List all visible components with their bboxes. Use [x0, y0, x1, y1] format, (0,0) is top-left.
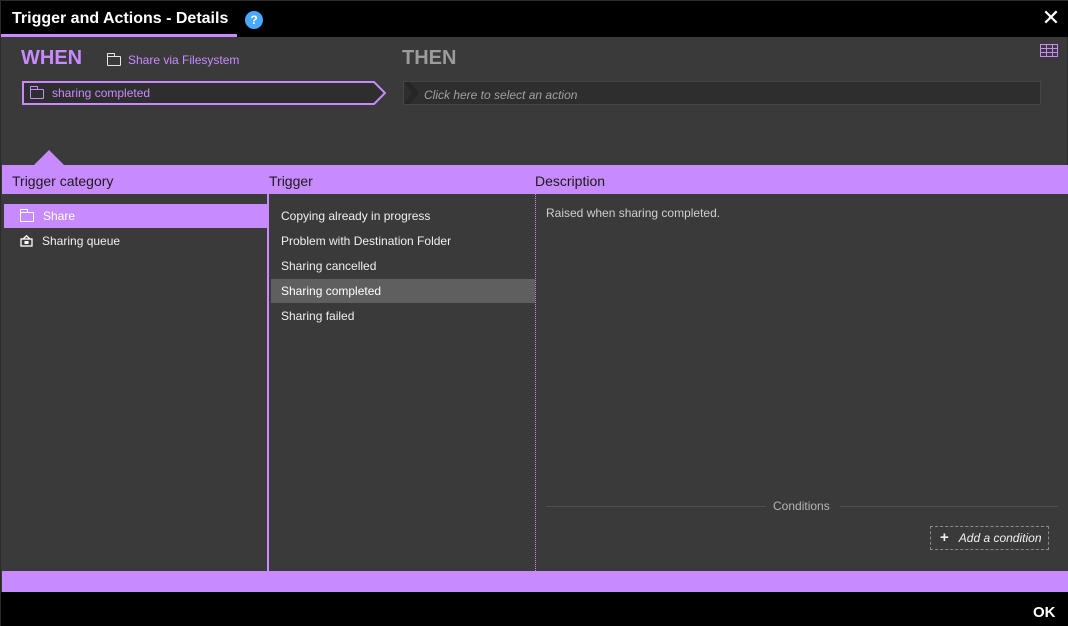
divider — [840, 506, 1058, 507]
folder-icon — [19, 209, 34, 222]
title-bar: Trigger and Actions - Details ? ✕ — [1, 1, 1068, 37]
when-pointer — [34, 150, 64, 165]
action-placeholder: Click here to select an action — [424, 88, 578, 102]
category-label: Sharing queue — [42, 234, 121, 248]
trigger-category-list: Share Sharing queue — [2, 194, 268, 571]
divider — [546, 506, 766, 507]
trigger-category-header: Trigger category — [12, 173, 114, 189]
action-selector[interactable]: Click here to select an action — [403, 81, 1041, 105]
description-text: Raised when sharing completed. — [546, 206, 721, 220]
add-condition-button[interactable]: + Add a condition — [930, 526, 1049, 550]
sharing-queue-icon — [20, 235, 33, 247]
trigger-item[interactable]: Sharing failed — [271, 304, 535, 328]
trigger-source-label: Share via Filesystem — [128, 53, 240, 67]
trigger-item-selected[interactable]: Sharing completed — [271, 279, 535, 303]
trigger-header: Trigger — [269, 173, 313, 189]
selected-trigger-label: sharing completed — [52, 86, 151, 100]
add-condition-label: Add a condition — [958, 531, 1042, 545]
description-panel: Raised when sharing completed. Condition… — [536, 194, 1068, 571]
trigger-item[interactable]: Copying already in progress — [271, 204, 535, 228]
category-item-sharing-queue[interactable]: Sharing queue — [4, 229, 268, 253]
dialog-title: Trigger and Actions - Details — [12, 10, 229, 27]
trigger-list: Copying already in progress Problem with… — [269, 194, 535, 571]
bottom-bar: OK — [1, 592, 1068, 626]
selected-trigger-box[interactable]: sharing completed — [22, 81, 386, 105]
folder-icon — [106, 53, 121, 66]
when-label: WHEN — [21, 47, 83, 69]
trigger-item[interactable]: Problem with Destination Folder — [271, 229, 535, 253]
ok-button[interactable]: OK — [1033, 604, 1056, 621]
folder-icon — [29, 86, 44, 99]
category-label: Share — [43, 209, 76, 223]
column-header-band: Trigger category Trigger Description — [2, 165, 1068, 194]
title-underline — [1, 34, 237, 37]
dialog-window: Trigger and Actions - Details ? ✕ WHEN S… — [0, 0, 1068, 626]
then-label: THEN — [402, 47, 457, 69]
description-header: Description — [535, 173, 606, 189]
trigger-item[interactable]: Sharing cancelled — [271, 254, 535, 278]
conditions-label: Conditions — [773, 499, 830, 513]
help-icon[interactable]: ? — [245, 11, 263, 29]
trigger-source[interactable]: Share via Filesystem — [106, 53, 240, 67]
plus-icon: + — [940, 529, 949, 546]
close-icon[interactable]: ✕ — [1041, 7, 1061, 29]
grid-view-icon[interactable] — [1040, 44, 1058, 57]
category-item-share[interactable]: Share — [4, 204, 268, 228]
action-arrow-icon — [404, 82, 419, 104]
footer-band — [2, 571, 1068, 592]
